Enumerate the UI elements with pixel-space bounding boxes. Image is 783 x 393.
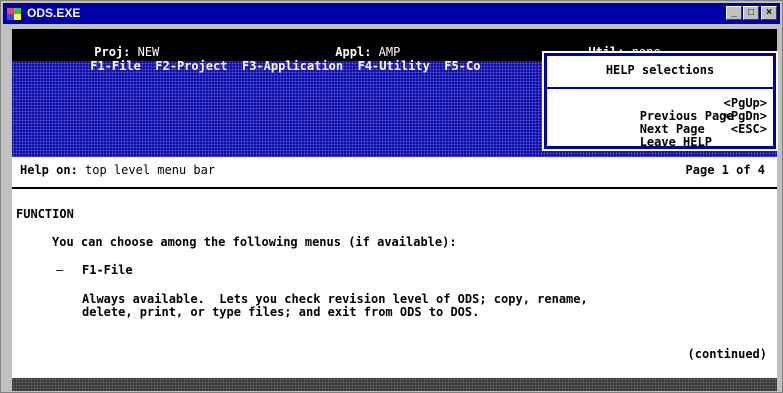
section-heading: FUNCTION (16, 207, 74, 221)
menu-f3-application[interactable]: F3-Application (242, 59, 343, 73)
menu-f2-project[interactable]: F2-Project (155, 59, 227, 73)
description-line: Always available. Lets you check revisio… (82, 292, 588, 306)
help-item-key: <ESC> (730, 122, 767, 136)
help-topic: top level menu bar (85, 163, 216, 177)
help-item-label: Leave HELP (639, 135, 712, 149)
bottom-bar (12, 378, 777, 391)
maximize-button[interactable]: □ (743, 6, 759, 20)
intro-text: You can choose among the following menus… (52, 235, 457, 249)
page-indicator: Page 1 of 4 (685, 163, 765, 177)
help-popup-title: HELP selections (547, 56, 773, 89)
help-on-label: Help on: (20, 163, 78, 177)
help-content: Help on: top level menu bar Page 1 of 4 … (12, 157, 777, 378)
close-button[interactable]: × (761, 6, 777, 20)
help-popup-body: HELP selections Previous Page <PgUp> Nex… (547, 56, 773, 149)
divider (12, 187, 777, 189)
title-bar[interactable]: ODS.EXE _ □ × (3, 3, 780, 24)
continued-indicator: (continued) (687, 347, 767, 361)
dos-screen: Proj: NEWAppl: AMPUtil: none F1-File F2-… (12, 29, 778, 391)
menu-f5[interactable]: F5-Co (444, 59, 480, 73)
bullet-item-f1-file: F1-File (82, 263, 133, 277)
menu-f4-utility[interactable]: F4-Utility (358, 59, 430, 73)
function-key-menu: F1-File F2-Project F3-Application F4-Uti… (18, 45, 480, 87)
menu-area: Proj: NEWAppl: AMPUtil: none F1-File F2-… (12, 29, 778, 157)
bullet-dash: — (56, 263, 64, 277)
app-icon (7, 8, 21, 20)
app-window: ODS.EXE _ □ × Proj: NEWAppl: AMPUtil: no… (0, 0, 783, 393)
window-title: ODS.EXE (27, 6, 81, 20)
help-selections-popup: HELP selections Previous Page <PgUp> Nex… (542, 51, 778, 151)
description-line: delete, print, or type files; and exit f… (82, 305, 480, 319)
menu-f1-file[interactable]: F1-File (90, 59, 141, 73)
help-item-leave-help[interactable]: Leave HELP <ESC> (547, 122, 773, 149)
minimize-button[interactable]: _ (726, 6, 742, 20)
help-header: Help on: top level menu bar (20, 163, 215, 177)
